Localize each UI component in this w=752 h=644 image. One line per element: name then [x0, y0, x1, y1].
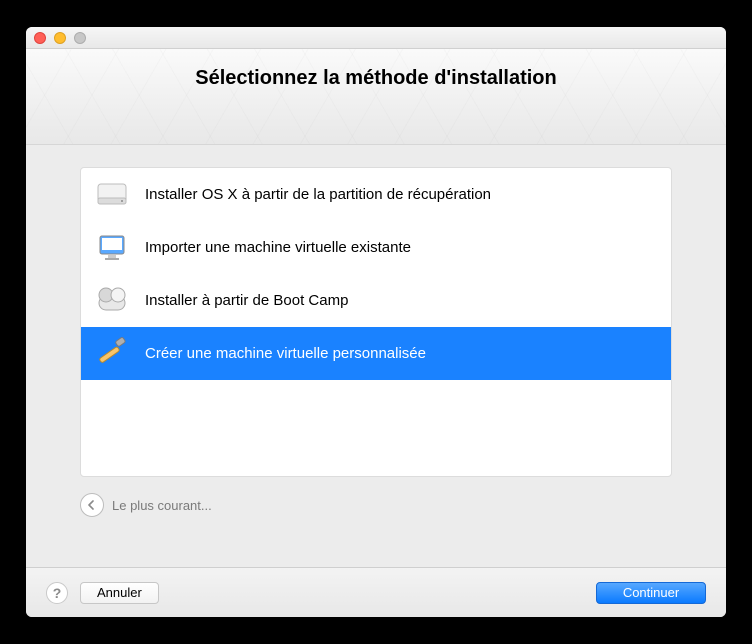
close-icon[interactable] — [34, 32, 46, 44]
continue-button-label: Continuer — [623, 585, 679, 600]
option-label: Importer une machine virtuelle existante — [145, 239, 411, 256]
option-create-custom-vm[interactable]: Créer une machine virtuelle personnalisé… — [81, 327, 671, 380]
cancel-button-label: Annuler — [97, 585, 142, 600]
content: Installer OS X à partir de la partition … — [26, 145, 726, 567]
nav-back[interactable]: Le plus courant... — [80, 493, 672, 517]
zoom-icon — [74, 32, 86, 44]
header: Sélectionnez la méthode d'installation — [26, 49, 726, 145]
installer-window: Sélectionnez la méthode d'installation I… — [26, 27, 726, 617]
titlebar — [26, 27, 726, 49]
option-label: Installer à partir de Boot Camp — [145, 292, 348, 309]
customize-icon — [95, 337, 129, 371]
nav-back-label: Le plus courant... — [112, 498, 212, 513]
option-import-vm[interactable]: Importer une machine virtuelle existante — [81, 221, 671, 274]
hdd-icon — [95, 178, 129, 212]
cancel-button[interactable]: Annuler — [80, 582, 159, 604]
option-install-osx-recovery[interactable]: Installer OS X à partir de la partition … — [81, 168, 671, 221]
install-method-list: Installer OS X à partir de la partition … — [80, 167, 672, 477]
footer: ? Annuler Continuer — [26, 567, 726, 617]
bootcamp-icon — [95, 284, 129, 318]
option-label: Créer une machine virtuelle personnalisé… — [145, 345, 426, 362]
help-button[interactable]: ? — [46, 582, 68, 604]
minimize-icon[interactable] — [54, 32, 66, 44]
page-title: Sélectionnez la méthode d'installation — [195, 67, 556, 90]
option-label: Installer OS X à partir de la partition … — [145, 186, 491, 203]
option-install-bootcamp[interactable]: Installer à partir de Boot Camp — [81, 274, 671, 327]
arrow-left-icon — [80, 493, 104, 517]
monitor-icon — [95, 231, 129, 265]
continue-button[interactable]: Continuer — [596, 582, 706, 604]
